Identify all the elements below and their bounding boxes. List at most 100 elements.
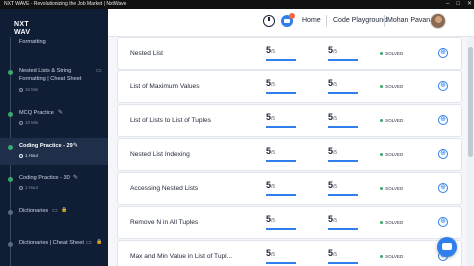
open-question-button[interactable]: ⊕ — [438, 149, 448, 159]
avatar[interactable] — [430, 13, 446, 29]
question-title: Max and Min Value in List of Tupl... — [130, 253, 233, 260]
status-badge: SOLVED — [380, 84, 403, 89]
score-progress-bar — [328, 262, 358, 264]
score-progress-fill — [266, 126, 296, 128]
timer-icon[interactable] — [263, 15, 275, 27]
close-button[interactable]: ✕ — [467, 0, 472, 9]
score-progress-fill — [266, 59, 296, 61]
score-progress-fill — [266, 262, 296, 264]
question-score: 5/5 — [266, 214, 276, 224]
score-progress-bar — [266, 228, 296, 230]
book-icon: ▭ — [86, 240, 92, 246]
question-score-alt: 5/5 — [328, 248, 338, 258]
duration: 15 Min — [19, 87, 38, 92]
score-progress-bar — [328, 59, 358, 61]
solved-dot — [380, 221, 383, 224]
course-sidebar: Formatting Nested Lists & String Formatt… — [0, 37, 108, 266]
completed-dot — [8, 177, 13, 182]
score-progress-bar — [266, 92, 296, 94]
score-progress-fill — [328, 59, 358, 61]
sidebar-item-mcq-practice[interactable]: MCQ Practice ✎ 10 Min — [0, 109, 108, 133]
maximize-button[interactable]: □ — [456, 0, 460, 9]
status-badge: SOLVED — [380, 186, 403, 191]
question-title: List of Maximum Values — [130, 83, 200, 90]
question-row-5[interactable]: Accessing Nested Lists 5/5 5/5 SOLVED ⊕ — [117, 172, 462, 205]
sidebar-item-coding-practice-30[interactable]: Coding Practice - 30 ✎ 1 Hour — [0, 174, 108, 198]
score-progress-fill — [266, 194, 296, 196]
status-badge: SOLVED — [380, 118, 403, 123]
completed-dot — [8, 145, 13, 150]
question-row-7[interactable]: Max and Min Value in List of Tupl... 5/5… — [117, 240, 462, 266]
book-icon: ▭ — [96, 68, 102, 74]
open-question-button[interactable]: ⊕ — [438, 115, 448, 125]
score-progress-fill — [266, 92, 296, 94]
open-question-button[interactable]: ⊕ — [438, 183, 448, 193]
question-title: Accessing Nested Lists — [130, 185, 199, 192]
score-progress-fill — [328, 194, 358, 196]
score-progress-fill — [266, 160, 296, 162]
logo-area: NXT WAV — [0, 9, 108, 37]
nav-divider — [326, 15, 327, 27]
question-row-3[interactable]: List of Lists to List of Tuples 5/5 5/5 … — [117, 104, 462, 137]
score-progress-bar — [328, 160, 358, 162]
nav-home-link[interactable]: Home — [302, 17, 321, 24]
nxtwave-logo[interactable]: NXT WAV — [14, 21, 30, 37]
chat-support-button[interactable] — [437, 237, 457, 257]
nav-divider — [384, 15, 385, 27]
question-row-1[interactable]: Nested List 5/5 5/5 SOLVED ⊕ — [117, 37, 462, 70]
question-score: 5/5 — [266, 78, 276, 88]
clock-icon — [19, 120, 23, 125]
sidebar-item-label: Coding Practice - 30 — [19, 175, 70, 181]
sidebar-item-formatting[interactable]: Formatting — [0, 37, 108, 51]
score-progress-bar — [266, 126, 296, 128]
sidebar-item-cheat-sheet[interactable]: Nested Lists & String Formatting | Cheat… — [0, 67, 108, 97]
user-name[interactable]: Mohan Pavan — [387, 17, 430, 24]
scrollbar-thumb[interactable] — [468, 47, 473, 157]
sidebar-item-label: Nested Lists & String — [19, 68, 72, 74]
clock-icon — [19, 87, 23, 92]
score-progress-bar — [266, 262, 296, 264]
status-badge: SOLVED — [380, 220, 403, 225]
score-progress-fill — [266, 228, 296, 230]
question-score-alt: 5/5 — [328, 180, 338, 190]
logo-line-2: WAV — [14, 29, 31, 36]
open-question-button[interactable]: ⊕ — [438, 48, 448, 58]
logo-line-1: NXT — [14, 21, 29, 28]
sidebar-item-label: Coding Practice - 29 — [19, 143, 73, 149]
edit-icon: ✎ — [73, 143, 79, 149]
question-title: Nested List Indexing — [130, 151, 190, 158]
solved-dot — [380, 119, 383, 122]
score-progress-fill — [328, 228, 358, 230]
question-list: Nested List 5/5 5/5 SOLVED ⊕ List of Max… — [108, 37, 466, 266]
nav-code-playground-link[interactable]: Code Playground — [333, 17, 387, 24]
question-score-alt: 5/5 — [328, 45, 338, 55]
open-question-button[interactable]: ⊕ — [438, 217, 448, 227]
solved-dot — [380, 52, 383, 55]
sidebar-item-dictionaries-cheat-sheet[interactable]: Dictionaries | Cheat Sheet ▭ 🔒 — [0, 239, 108, 253]
question-score: 5/5 — [266, 180, 276, 190]
solved-dot — [380, 85, 383, 88]
sidebar-item-coding-practice-29[interactable]: Coding Practice - 29 ✎ 1 Hour — [0, 138, 108, 165]
status-badge: SOLVED — [380, 152, 403, 157]
solved-dot — [380, 187, 383, 190]
window-title: NXT WAVE - Revolutionizing the Job Marke… — [4, 1, 127, 7]
score-progress-fill — [328, 92, 358, 94]
question-row-2[interactable]: List of Maximum Values 5/5 5/5 SOLVED ⊕ — [117, 70, 462, 103]
open-question-button[interactable]: ⊕ — [438, 81, 448, 91]
sidebar-item-label: Formatting — [19, 39, 46, 45]
sidebar-item-dictionaries[interactable]: Dictionaries ▭ 🔒 — [0, 207, 108, 221]
score-progress-fill — [328, 160, 358, 162]
scrollbar[interactable] — [467, 37, 474, 266]
lock-icon: 🔒 — [61, 207, 68, 213]
score-progress-bar — [328, 126, 358, 128]
sidebar-item-label: MCQ Practice — [19, 110, 54, 116]
book-icon: ▭ — [52, 208, 58, 214]
score-progress-bar — [328, 194, 358, 196]
sidebar-item-label: Dictionaries — [19, 208, 49, 214]
question-row-6[interactable]: Remove N in All Tuples 5/5 5/5 SOLVED ⊕ — [117, 206, 462, 239]
score-progress-bar — [266, 160, 296, 162]
solved-dot — [380, 153, 383, 156]
question-row-4[interactable]: Nested List Indexing 5/5 5/5 SOLVED ⊕ — [117, 138, 462, 171]
minimize-button[interactable]: – — [446, 0, 449, 9]
question-score-alt: 5/5 — [328, 214, 338, 224]
